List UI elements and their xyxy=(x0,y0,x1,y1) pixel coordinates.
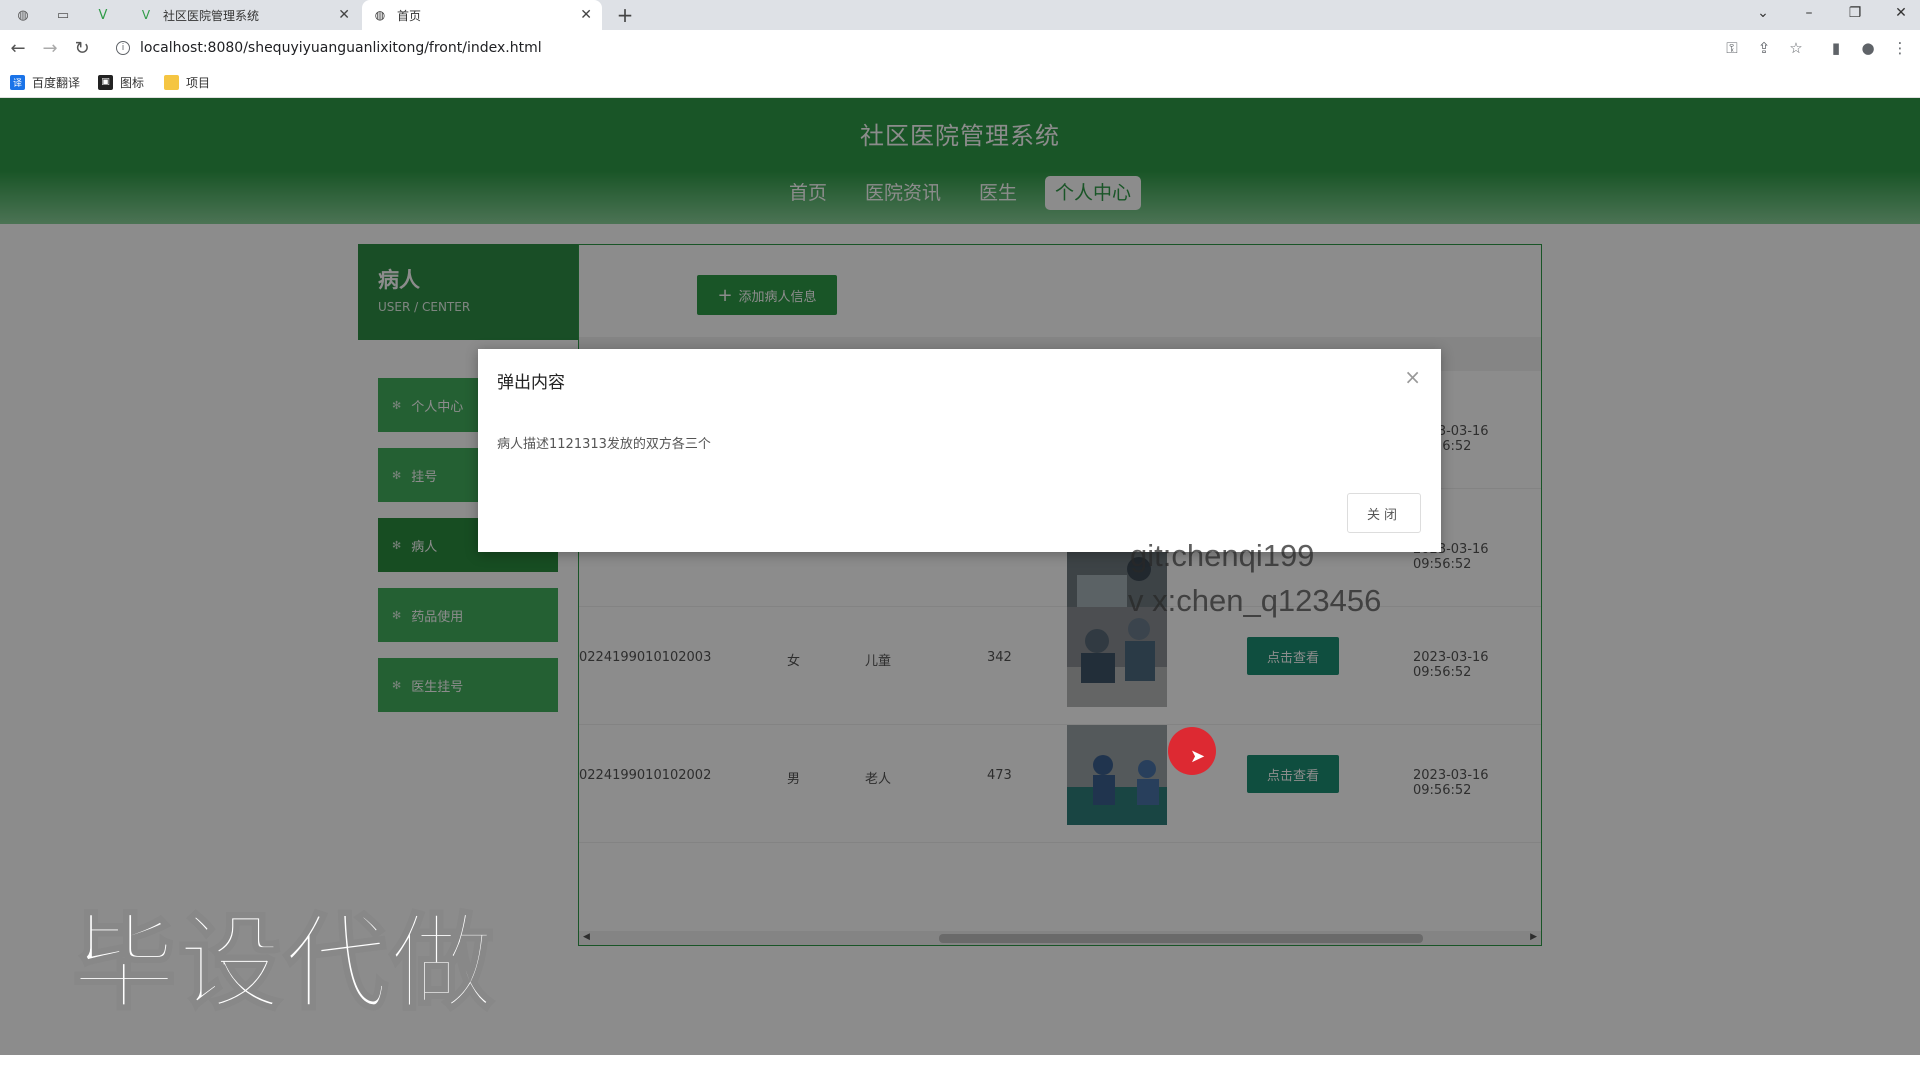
folder-icon[interactable]: ▭ xyxy=(48,3,78,28)
web-page: 社区医院管理系统 首页 医院资讯 医生 个人中心 病人 USER / CENTE… xyxy=(0,98,1920,1055)
image-icon: ▣ xyxy=(98,74,113,90)
reload-icon[interactable]: ↻ xyxy=(68,35,96,61)
translate-icon: 译 xyxy=(10,74,25,90)
close-icon[interactable]: × xyxy=(1404,365,1421,389)
globe-icon: ◍ xyxy=(374,8,386,22)
tab-system[interactable]: V 社区医院管理系统 ✕ xyxy=(128,0,360,30)
close-icon[interactable]: ✕ xyxy=(580,7,592,23)
mouse-cursor-icon: ➤ xyxy=(1190,746,1206,767)
tab-home[interactable]: ◍ 首页 ✕ xyxy=(362,0,602,30)
share-icon[interactable]: ⇪ xyxy=(1752,36,1776,60)
star-icon[interactable]: ☆ xyxy=(1784,36,1808,60)
bookmark-item[interactable]: ▣ 图标 xyxy=(98,72,144,92)
back-arrow-icon[interactable]: ← xyxy=(4,35,32,61)
popup-dialog: 弹出内容 × 病人描述1121313发放的双方各三个 关闭 xyxy=(478,349,1441,552)
globe-icon[interactable]: ◍ xyxy=(8,3,38,28)
bookmark-label: 项目 xyxy=(186,75,211,90)
address-toolbar: ← → ↻ i localhost:8080/shequyiyuanguanli… xyxy=(0,30,1920,66)
tab-title: 社区医院管理系统 xyxy=(163,8,260,23)
close-icon[interactable]: ✕ xyxy=(338,7,350,23)
bookmark-item[interactable]: 项目 xyxy=(164,72,210,92)
profile-icon[interactable]: ● xyxy=(1856,36,1880,60)
menu-dots-icon[interactable]: ⋮ xyxy=(1888,36,1912,60)
forward-arrow-icon[interactable]: → xyxy=(36,35,64,61)
watermark-big-text: 毕设代做 xyxy=(70,901,497,1026)
key-icon[interactable]: ⚿ xyxy=(1720,36,1744,60)
info-icon[interactable]: i xyxy=(116,41,130,55)
dialog-title: 弹出内容 xyxy=(497,373,565,393)
vue-icon: V xyxy=(141,8,151,22)
dialog-body: 病人描述1121313发放的双方各三个 xyxy=(497,437,711,452)
bookmark-label: 图标 xyxy=(120,75,145,90)
minimize-button[interactable]: – xyxy=(1790,0,1828,26)
vue-icon[interactable]: V xyxy=(88,3,118,28)
new-tab-button[interactable]: + xyxy=(612,2,638,28)
sidepanel-icon[interactable]: ▮ xyxy=(1824,36,1848,60)
url-bar[interactable]: i localhost:8080/shequyiyuanguanlixitong… xyxy=(106,34,1730,62)
watermark-text: v x:chen_q123456 xyxy=(1128,583,1382,618)
folder-icon xyxy=(164,74,179,90)
bookmark-item[interactable]: 译 百度翻译 xyxy=(10,72,80,92)
window-close-button[interactable]: ✕ xyxy=(1882,0,1920,26)
bookmark-label: 百度翻译 xyxy=(32,75,81,90)
tab-title: 首页 xyxy=(397,8,422,23)
restore-button[interactable]: ❐ xyxy=(1836,0,1874,26)
url-text: localhost:8080/shequyiyuanguanlixitong/f… xyxy=(140,40,542,56)
bookmarks-bar: 译 百度翻译 ▣ 图标 项目 xyxy=(0,66,1920,98)
tab-search-icon[interactable]: ⌄ xyxy=(1744,0,1782,26)
browser-tab-strip: ◍ ▭ V V 社区医院管理系统 ✕ ◍ 首页 ✕ + ⌄ – ❐ ✕ xyxy=(0,0,1920,30)
dialog-close-button[interactable]: 关闭 xyxy=(1347,493,1421,533)
watermark-text: git:chenqi199 xyxy=(1130,538,1315,573)
